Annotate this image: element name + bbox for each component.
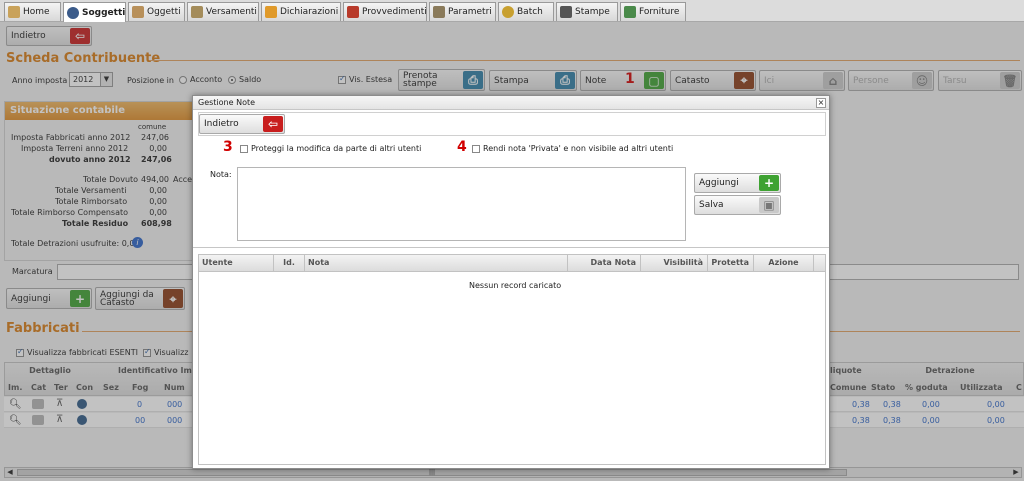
col-utente[interactable]: Utente — [199, 255, 274, 271]
checkbox-icon — [472, 144, 480, 153]
back-arrow-icon: ⇦ — [263, 116, 283, 132]
close-icon[interactable]: × — [816, 98, 826, 108]
home-icon — [8, 6, 20, 18]
checkbox-icon — [240, 144, 248, 153]
col-azione[interactable]: Azione — [754, 255, 814, 271]
settings-icon — [433, 6, 445, 18]
user-icon — [67, 6, 79, 19]
gear-icon — [502, 6, 514, 18]
notes-grid-body — [198, 272, 826, 465]
marker-3: 3 — [223, 139, 233, 155]
dialog-title-bar: Gestione Note × — [193, 96, 829, 110]
tab-parametri[interactable]: Parametri — [429, 2, 496, 21]
aggiungi-nota-button[interactable]: Aggiungi + — [694, 173, 781, 193]
col-nota[interactable]: Nota — [305, 255, 568, 271]
dialog-divider — [193, 247, 829, 248]
payment-icon — [191, 6, 203, 18]
declaration-icon — [265, 6, 277, 18]
tab-stampe[interactable]: Stampe — [556, 2, 618, 21]
col-id[interactable]: Id. — [274, 255, 305, 271]
nota-textarea[interactable] — [237, 167, 686, 241]
tab-oggetti[interactable]: Oggetti — [128, 2, 185, 21]
salva-button[interactable]: Salva ▣ — [694, 195, 781, 215]
tab-provvedimenti[interactable]: Provvedimenti — [343, 2, 427, 21]
document-icon — [347, 6, 359, 18]
tab-forniture[interactable]: Forniture — [620, 2, 686, 21]
tab-dichiarazioni[interactable]: Dichiarazioni — [261, 2, 341, 21]
col-visibilita[interactable]: Visibilità — [641, 255, 708, 271]
tab-batch[interactable]: Batch — [498, 2, 554, 21]
marker-4: 4 — [457, 139, 467, 155]
main-tab-bar: Home Soggetti Oggetti Versamenti Dichiar… — [0, 0, 1024, 22]
dialog-toolbar — [198, 112, 826, 136]
tab-home[interactable]: Home — [4, 2, 61, 21]
dialog-back-button[interactable]: Indietro ⇦ — [199, 114, 285, 134]
notes-grid-header: Utente Id. Nota Data Nota Visibilità Pro… — [198, 254, 826, 272]
col-protetta[interactable]: Protetta — [708, 255, 754, 271]
proteggi-checkbox[interactable]: Proteggi la modifica da parte di altri u… — [240, 144, 421, 153]
tab-soggetti[interactable]: Soggetti — [63, 2, 126, 22]
printer-icon — [560, 6, 572, 18]
gestione-note-dialog: Gestione Note × Indietro ⇦ 3 Proteggi la… — [192, 95, 830, 469]
tab-versamenti[interactable]: Versamenti — [187, 2, 259, 21]
supply-icon — [624, 6, 636, 18]
save-icon: ▣ — [759, 197, 779, 213]
privata-checkbox[interactable]: Rendi nota 'Privata' e non visibile ad a… — [472, 144, 673, 153]
building-icon — [132, 6, 144, 18]
col-data-nota[interactable]: Data Nota — [568, 255, 641, 271]
plus-icon: + — [759, 175, 779, 191]
nota-label: Nota: — [210, 170, 232, 179]
